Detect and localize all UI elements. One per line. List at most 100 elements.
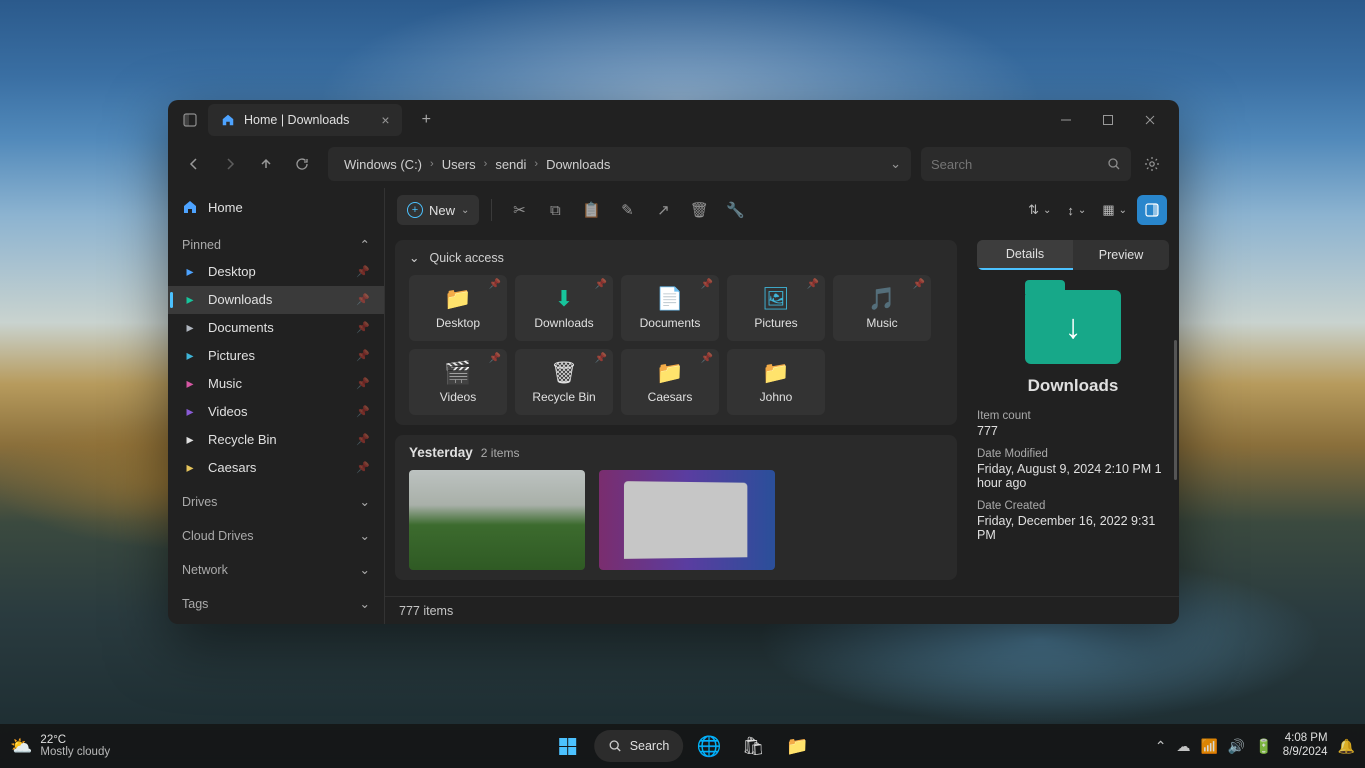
pin-icon[interactable]: 📌	[913, 279, 925, 290]
close-window-button[interactable]	[1129, 104, 1171, 136]
sidebar-section-tags[interactable]: Tags⌄	[168, 590, 384, 618]
pin-icon[interactable]: 📌	[356, 349, 370, 362]
tray-chevron-icon[interactable]: ⌃	[1155, 738, 1167, 755]
onedrive-icon[interactable]: ☁	[1176, 738, 1190, 755]
sidebar-item-documents[interactable]: ▸ Documents 📌	[168, 314, 384, 342]
quick-access-downloads[interactable]: 📌⬇ Downloads	[515, 275, 613, 341]
tab-title: Home | Downloads	[244, 113, 349, 127]
refresh-button[interactable]	[286, 148, 318, 180]
taskbar-search[interactable]: Search	[594, 730, 684, 762]
volume-icon[interactable]: 🔊	[1228, 738, 1245, 755]
crumb-3[interactable]: Downloads	[540, 155, 616, 174]
taskbar-app-explorer[interactable]: 📁	[779, 728, 815, 764]
maximize-button[interactable]	[1087, 104, 1129, 136]
pin-icon[interactable]: 📌	[356, 433, 370, 446]
back-button[interactable]	[178, 148, 210, 180]
quick-access-recycle-bin[interactable]: 📌🗑 Recycle Bin	[515, 349, 613, 415]
sidebar-item-caesars[interactable]: ▸ Caesars 📌	[168, 454, 384, 482]
close-tab-icon[interactable]: ×	[381, 112, 389, 128]
group-count: 2 items	[481, 446, 520, 460]
quick-access-johno[interactable]: 📁 Johno	[727, 349, 825, 415]
pin-icon[interactable]: 📌	[489, 353, 501, 364]
quick-access-documents[interactable]: 📌📄 Documents	[621, 275, 719, 341]
details-tab[interactable]: Details	[977, 240, 1073, 270]
crumb-0[interactable]: Windows (C:)	[338, 155, 428, 174]
quick-access-music[interactable]: 📌🎵 Music	[833, 275, 931, 341]
pin-icon[interactable]: 📌	[701, 279, 713, 290]
sidebar-section-network[interactable]: Network⌄	[168, 556, 384, 584]
tab-home-downloads[interactable]: Home | Downloads ×	[208, 104, 402, 136]
file-thumbnail[interactable]	[409, 470, 585, 570]
clock[interactable]: 4:08 PM 8/9/2024	[1283, 732, 1328, 760]
pin-icon[interactable]: 📌	[356, 461, 370, 474]
pin-icon[interactable]: 📌	[595, 353, 607, 364]
sidebar-item-videos[interactable]: ▸ Videos 📌	[168, 398, 384, 426]
sidebar-home[interactable]: Home	[168, 194, 384, 220]
sort-button[interactable]: ⇅ ⌄	[1022, 195, 1057, 225]
folder-icon: ▸	[182, 404, 198, 420]
sidebar-item-desktop[interactable]: ▸ Desktop 📌	[168, 258, 384, 286]
notifications-icon[interactable]: 🔔	[1338, 738, 1355, 755]
cut-button[interactable]: ✂	[504, 195, 534, 225]
crumb-2[interactable]: sendi	[489, 155, 532, 174]
properties-button[interactable]: 🔧	[720, 195, 750, 225]
file-thumbnail[interactable]	[599, 470, 775, 570]
settings-button[interactable]	[1135, 147, 1169, 181]
taskbar-app-store[interactable]: 🛍	[735, 728, 771, 764]
battery-icon[interactable]: 🔋	[1255, 738, 1272, 755]
pin-icon[interactable]: 📌	[701, 353, 713, 364]
pin-icon[interactable]: 📌	[356, 405, 370, 418]
sidebar-item-music[interactable]: ▸ Music 📌	[168, 370, 384, 398]
sidebar-item-recycle-bin[interactable]: ▸ Recycle Bin 📌	[168, 426, 384, 454]
minimize-button[interactable]	[1045, 104, 1087, 136]
start-button[interactable]	[550, 728, 586, 764]
crumb-1[interactable]: Users	[436, 155, 482, 174]
files-area[interactable]: ⌄ Quick access 📌📁 Desktop📌⬇ Downloads📌📄 …	[385, 232, 967, 596]
pin-icon[interactable]: 📌	[807, 279, 819, 290]
weather-widget[interactable]: ⛅ 22°C Mostly cloudy	[10, 734, 110, 758]
pin-icon[interactable]: 📌	[356, 377, 370, 390]
pin-icon[interactable]: 📌	[356, 265, 370, 278]
quick-access-pictures[interactable]: 📌🖼 Pictures	[727, 275, 825, 341]
taskbar-app-edge[interactable]: 🌐	[691, 728, 727, 764]
sidebar-item-downloads[interactable]: ▸ Downloads 📌	[168, 286, 384, 314]
pin-icon[interactable]: 📌	[356, 293, 370, 306]
folder-icon: ▸	[182, 460, 198, 476]
share-button[interactable]: ↗	[648, 195, 678, 225]
sidebar-pinned-header[interactable]: Pinned ⌃	[168, 232, 384, 258]
up-button[interactable]	[250, 148, 282, 180]
forward-button[interactable]	[214, 148, 246, 180]
chevron-down-icon[interactable]: ⌄	[890, 156, 901, 172]
pin-icon[interactable]: 📌	[489, 279, 501, 290]
paste-button[interactable]: 📋	[576, 195, 606, 225]
breadcrumb[interactable]: Windows (C:)› Users› sendi› Downloads ⌄	[328, 147, 911, 181]
preview-tab[interactable]: Preview	[1073, 240, 1169, 270]
pin-icon[interactable]: 📌	[356, 321, 370, 334]
delete-button[interactable]: 🗑	[684, 195, 714, 225]
new-tab-button[interactable]: +	[414, 107, 439, 133]
folder-icon: ⬇	[555, 286, 573, 312]
pin-icon[interactable]: 📌	[595, 279, 607, 290]
sidebar-item-pictures[interactable]: ▸ Pictures 📌	[168, 342, 384, 370]
quick-access-videos[interactable]: 📌🎬 Videos	[409, 349, 507, 415]
quick-access-desktop[interactable]: 📌📁 Desktop	[409, 275, 507, 341]
sidebar-section-cloud-drives[interactable]: Cloud Drives⌄	[168, 522, 384, 550]
copy-button[interactable]: ⧉	[540, 195, 570, 225]
new-button[interactable]: + New ⌄	[397, 195, 479, 225]
group-button[interactable]: ↕ ⌄	[1061, 195, 1092, 225]
search-box[interactable]	[921, 147, 1131, 181]
search-input[interactable]	[931, 157, 1107, 172]
details-pane-toggle[interactable]	[1137, 195, 1167, 225]
weather-temp: 22°C	[40, 734, 110, 746]
quick-access-caesars[interactable]: 📌📁 Caesars	[621, 349, 719, 415]
chevron-down-icon[interactable]: ⌄	[409, 250, 419, 265]
rename-button[interactable]: ✎	[612, 195, 642, 225]
wifi-icon[interactable]: 📶	[1200, 738, 1217, 755]
layout-button[interactable]: ▦ ⌄	[1096, 195, 1133, 225]
sidebar-section-drives[interactable]: Drives⌄	[168, 488, 384, 516]
folder-icon: 🎵	[868, 286, 895, 312]
home-icon	[220, 112, 236, 128]
folder-icon: 📁	[656, 360, 683, 386]
tab-actions-icon[interactable]	[176, 106, 204, 134]
scrollbar[interactable]	[1174, 340, 1177, 480]
